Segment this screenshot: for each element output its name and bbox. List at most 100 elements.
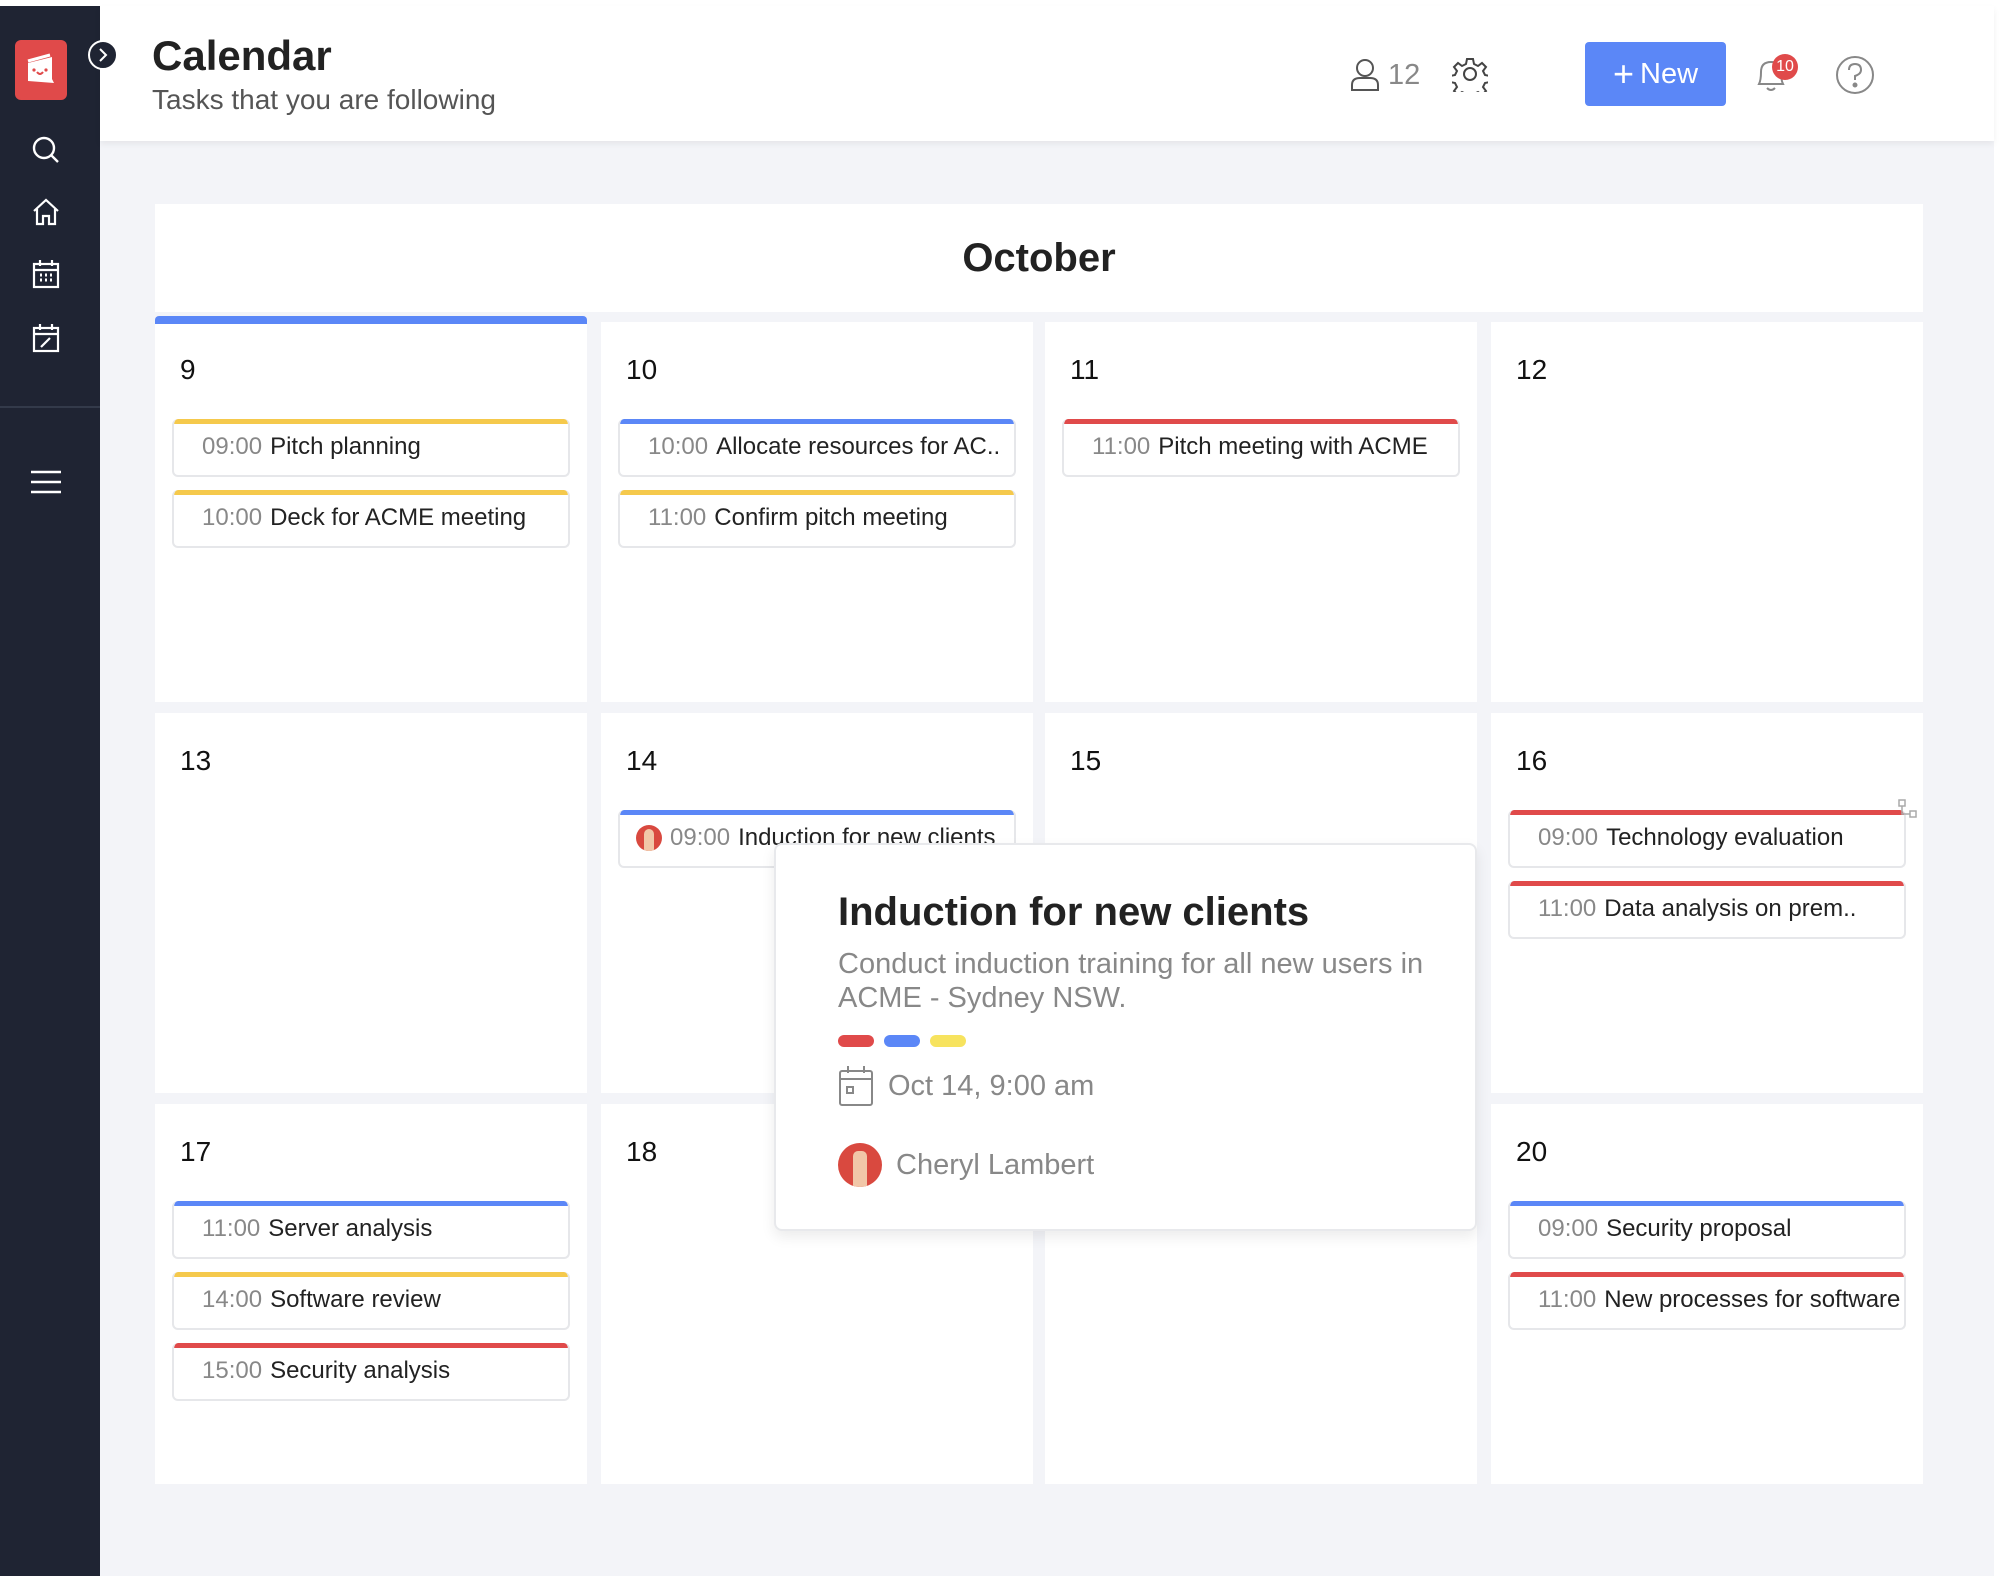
chevron-right-icon <box>99 48 108 62</box>
event-time: 11:00 <box>202 1215 261 1242</box>
event-title: Software review <box>270 1286 441 1313</box>
day-cell[interactable]: 17 11:00 Server analysis 14:00 Software revi… <box>155 1104 587 1484</box>
event-title: Technology evaluation <box>1606 824 1844 851</box>
event-list: 10:00 Allocate resources for AC.. 11:00 Con… <box>618 419 1016 561</box>
event-chip[interactable]: 11:00 Confirm pitch meeting <box>618 490 1016 548</box>
page-subtitle: Tasks that you are following <box>152 84 496 115</box>
event-time: 11:00 <box>1538 1286 1597 1313</box>
event-chip[interactable]: 10:00 Allocate resources for AC.. <box>618 419 1016 477</box>
day-cell[interactable]: 20 09:00 Security proposal 11:00 New process… <box>1491 1104 1923 1484</box>
event-chip[interactable]: 10:00 Deck for ACME meeting <box>172 490 570 548</box>
sidebar-toggle-button[interactable] <box>88 40 118 70</box>
event-time: 11:00 <box>1538 895 1597 922</box>
event-chip[interactable]: 15:00 Security analysis <box>172 1343 570 1401</box>
popup-description: Conduct induction training for all new u… <box>838 948 1424 1014</box>
sidebar-divider <box>0 406 100 408</box>
help-button[interactable] <box>1835 55 1875 95</box>
event-title: Pitch meeting with ACME <box>1158 433 1428 460</box>
event-title: Pitch planning <box>270 433 421 460</box>
event-time: 09:00 <box>1538 824 1599 851</box>
menu-icon[interactable] <box>28 464 64 500</box>
notification-badge: 10 <box>1772 54 1798 80</box>
popup-title: Induction for new clients <box>838 890 1310 934</box>
event-time: 10:00 <box>202 504 263 531</box>
event-chip[interactable]: 09:00 Security proposal <box>1508 1201 1906 1259</box>
event-time: 14:00 <box>202 1286 263 1313</box>
plus-icon: + <box>1612 53 1634 94</box>
tag-red <box>838 1035 874 1047</box>
day-number: 17 <box>180 1136 212 1167</box>
tag-blue <box>884 1035 920 1047</box>
calendar-icon[interactable] <box>28 256 64 292</box>
tag-yellow <box>930 1035 966 1047</box>
event-title: Security proposal <box>1606 1215 1792 1242</box>
popup-tags <box>838 1035 966 1047</box>
followers-count: 12 <box>1388 58 1421 91</box>
event-title: New processes for software <box>1604 1286 1901 1313</box>
assignee-name: Cheryl Lambert <box>896 1148 1095 1181</box>
day-cell[interactable]: 12 <box>1491 322 1923 702</box>
help-icon <box>1836 56 1874 94</box>
event-title: Security analysis <box>270 1357 451 1384</box>
sidebar <box>0 6 100 1576</box>
month-title: October <box>155 204 1923 312</box>
new-button[interactable]: + New <box>1585 42 1726 106</box>
app-logo[interactable] <box>15 40 67 100</box>
avatar <box>838 1143 882 1187</box>
popup-assignee[interactable]: Cheryl Lambert <box>838 1143 1094 1187</box>
popup-date: Oct 14, 9:00 am <box>838 1065 1094 1107</box>
event-title: Data analysis on prem.. <box>1604 895 1857 922</box>
day-number: 10 <box>626 354 658 385</box>
event-time: 09:00 <box>670 824 731 851</box>
avatar <box>636 825 662 851</box>
search-icon[interactable] <box>28 132 64 168</box>
event-list: 09:00 Technology evaluation 11:00 Data anal… <box>1508 810 1906 952</box>
drag-handle-icon[interactable] <box>1898 799 1918 824</box>
event-chip[interactable]: 09:00 Pitch planning <box>172 419 570 477</box>
event-chip[interactable]: 09:00 Technology evaluation <box>1508 810 1906 868</box>
day-cell[interactable]: 9 09:00 Pitch planning 10:00 Deck for ACME m… <box>155 316 587 702</box>
event-chip[interactable]: 11:00 Pitch meeting with ACME <box>1062 419 1460 477</box>
day-cell[interactable]: 16 09:00 Technology evaluation 11:00 Data an… <box>1491 713 1923 1093</box>
day-cell[interactable]: 10 10:00 Allocate resources for AC.. 11:00 C… <box>601 322 1033 702</box>
calendar-edit-icon[interactable] <box>28 320 64 356</box>
day-cell[interactable]: 11 11:00 Pitch meeting with ACME <box>1045 322 1477 702</box>
event-chip[interactable]: 11:00 Server analysis <box>172 1201 570 1259</box>
event-detail-popup: Induction for new clients Conduct induct… <box>774 843 1477 1231</box>
followers-button[interactable]: 12 <box>1350 58 1420 92</box>
day-cell[interactable]: 13 <box>155 713 587 1093</box>
day-number: 13 <box>180 745 212 776</box>
day-number: 18 <box>626 1136 658 1167</box>
event-time: 09:00 <box>1538 1215 1599 1242</box>
main-area: Calendar Tasks that you are following 12… <box>100 6 1994 1576</box>
day-number: 15 <box>1070 745 1102 776</box>
day-number: 11 <box>1070 354 1100 385</box>
page-title: Calendar <box>152 32 332 79</box>
event-chip[interactable]: 14:00 Software review <box>172 1272 570 1330</box>
day-number: 12 <box>1516 354 1548 385</box>
day-number: 9 <box>180 354 196 385</box>
new-button-label: New <box>1640 57 1699 90</box>
day-number: 16 <box>1516 745 1548 776</box>
home-icon[interactable] <box>28 194 64 230</box>
event-chip[interactable]: 11:00 Data analysis on prem.. <box>1508 881 1906 939</box>
settings-button[interactable] <box>1452 56 1488 92</box>
event-title: Confirm pitch meeting <box>714 504 948 531</box>
event-list: 09:00 Security proposal 11:00 New processes… <box>1508 1201 1906 1343</box>
event-time: 09:00 <box>202 433 263 460</box>
event-time: 10:00 <box>648 433 709 460</box>
page-header: Calendar Tasks that you are following 12… <box>100 6 1994 141</box>
event-list: 11:00 Server analysis 14:00 Software review… <box>172 1201 570 1414</box>
user-icon <box>1351 59 1379 91</box>
event-time: 15:00 <box>202 1357 263 1384</box>
gear-icon <box>1452 58 1488 92</box>
event-title: Server analysis <box>268 1215 433 1242</box>
day-number: 20 <box>1516 1136 1548 1167</box>
event-time: 11:00 <box>1092 433 1151 460</box>
event-title: Deck for ACME meeting <box>270 504 527 531</box>
popup-date-text: Oct 14, 9:00 am <box>888 1069 1095 1102</box>
event-list: 11:00 Pitch meeting with ACME <box>1062 419 1460 490</box>
day-number: 14 <box>626 745 658 776</box>
event-time: 11:00 <box>648 504 707 531</box>
event-chip[interactable]: 11:00 New processes for software <box>1508 1272 1906 1330</box>
